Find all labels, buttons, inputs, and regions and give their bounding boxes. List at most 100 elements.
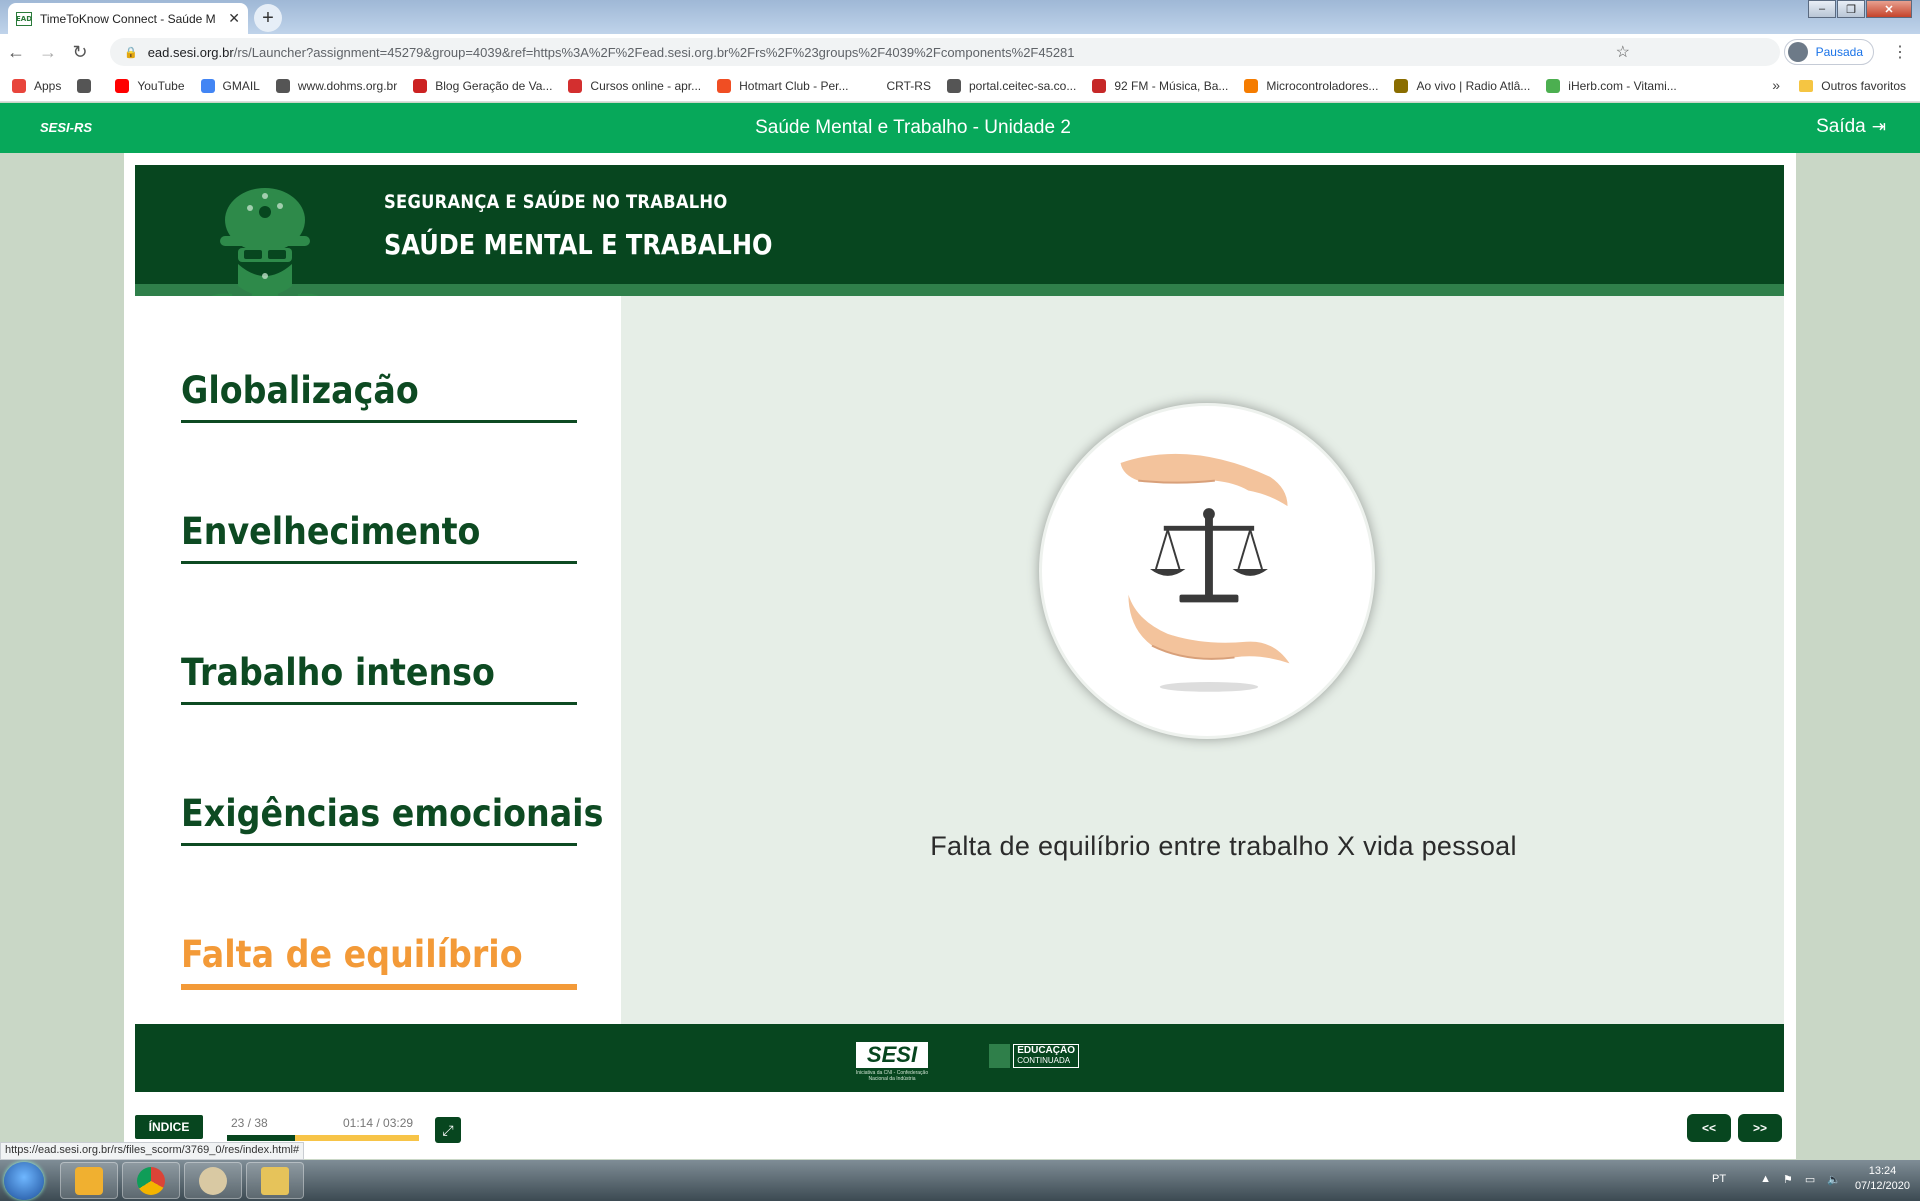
blank-icon — [864, 78, 879, 93]
status-url-tooltip: https://ead.sesi.org.br/rs/files_scorm/3… — [0, 1142, 305, 1160]
google-icon — [200, 78, 215, 93]
bookmark-item[interactable]: Ao vivo | Radio Atlâ... — [1394, 78, 1531, 93]
bookmark-item[interactable]: Blog Geração de Va... — [413, 78, 553, 93]
clock[interactable]: 13:24 07/12/2020 — [1855, 1164, 1910, 1194]
browser-tab[interactable]: EAD TimeToKnow Connect - Saúde M ✕ — [8, 3, 248, 34]
reload-icon[interactable]: ↻ — [64, 42, 96, 63]
topic-item-exigencias-emocionais[interactable]: Exigências emocionais — [181, 792, 603, 846]
bookmark-item[interactable] — [77, 78, 99, 93]
browser-tab-strip: EAD TimeToKnow Connect - Saúde M ✕ + – ❐… — [0, 0, 1920, 34]
topic-item-falta-de-equilibrio[interactable]: Falta de equilíbrio — [181, 933, 577, 990]
bookmark-item[interactable]: Cursos online - apr... — [568, 78, 701, 93]
edu-line-1: EDUCAÇÃO — [1017, 1045, 1075, 1056]
time-counter: 01:14 / 03:29 — [343, 1116, 414, 1130]
url-input[interactable]: 🔒 ead.sesi.org.br/rs/Launcher?assignment… — [110, 38, 1780, 66]
restore-icon[interactable]: ❐ — [1837, 0, 1865, 18]
taskbar-paint[interactable] — [184, 1162, 242, 1199]
blog-icon — [413, 78, 428, 93]
bookmark-label: Ao vivo | Radio Atlâ... — [1416, 78, 1531, 93]
bookmark-star-icon[interactable]: ☆ — [1616, 42, 1630, 62]
unit-title: Saúde Mental e Trabalho - Unidade 2 — [755, 117, 1071, 138]
topic-item-trabalho-intenso[interactable]: Trabalho intenso — [181, 651, 577, 705]
sesi-logo: SESI Iniciativa da CNI - Confederação Na… — [847, 1042, 937, 1086]
taskbar-chrome[interactable] — [122, 1162, 180, 1199]
bookmark-item[interactable]: iHerb.com - Vitami... — [1546, 78, 1677, 93]
app-header: SESI-RS Saúde Mental e Trabalho - Unidad… — [0, 103, 1920, 153]
leaf-icon — [1546, 78, 1561, 93]
flag-icon[interactable]: ⚑ — [1783, 1173, 1793, 1186]
bookmark-item[interactable]: portal.ceitec-sa.co... — [946, 78, 1077, 93]
illustration-circle — [1039, 403, 1375, 739]
globe-icon — [275, 78, 290, 93]
topic-label: Globalização — [181, 369, 419, 412]
tray-arrow-icon[interactable]: ▲ — [1760, 1173, 1771, 1185]
apps-grid-icon — [12, 78, 26, 93]
window-close-icon[interactable]: ✕ — [1866, 0, 1912, 18]
course-subtitle: SEGURANÇA E SAÚDE NO TRABALHO — [384, 191, 728, 213]
educacao-continuada-logo: EDUCAÇÃO CONTINUADA — [989, 1042, 1079, 1070]
next-button[interactable]: >> — [1738, 1114, 1782, 1142]
radio-icon — [1394, 78, 1409, 93]
other-bookmarks-folder[interactable]: Outros favoritos — [1799, 70, 1906, 102]
clock-time: 13:24 — [1868, 1165, 1897, 1177]
bookmark-label: Blog Geração de Va... — [435, 78, 553, 93]
bookmark-item[interactable]: Hotmart Club - Per... — [717, 78, 849, 93]
bookmark-item[interactable]: 92 FM - Música, Ba... — [1092, 78, 1229, 93]
topic-item-envelhecimento[interactable]: Envelhecimento — [181, 510, 577, 564]
previous-button[interactable]: << — [1687, 1114, 1731, 1142]
bookmark-item[interactable]: www.dohms.org.br — [275, 78, 397, 93]
player-controls: ÍNDICE 23 / 38 01:14 / 03:29 ⤢ << >> — [124, 1092, 1796, 1159]
avatar — [1787, 42, 1808, 62]
volume-icon[interactable]: 🔈 — [1827, 1173, 1841, 1186]
bookmark-item[interactable]: YouTube — [115, 78, 185, 93]
page-counter: 23 / 38 — [231, 1116, 268, 1130]
topics-menu: Globalização Envelhecimento Trabalho int… — [135, 296, 621, 1024]
sesi-tagline-2: Nacional da Indústria — [868, 1076, 916, 1082]
network-icon[interactable]: ▭ — [1805, 1173, 1815, 1186]
bookmark-item[interactable]: Apps — [12, 78, 61, 93]
kebab-menu-icon[interactable]: ⋮ — [1892, 42, 1908, 62]
taskbar-explorer[interactable] — [246, 1162, 304, 1199]
topic-item-globalizacao[interactable]: Globalização — [181, 369, 577, 423]
progress-track[interactable] — [227, 1135, 419, 1141]
progress-fill — [227, 1135, 295, 1141]
profile-button[interactable]: Pausada — [1783, 39, 1874, 65]
tab-close-icon[interactable]: ✕ — [228, 10, 240, 27]
new-tab-icon[interactable]: + — [254, 4, 282, 32]
lock-icon: 🔒 — [124, 46, 138, 59]
bookmark-label: CRT-RS — [886, 78, 931, 93]
system-tray: PT ▲ ⚑ ▭ 🔈 13:24 07/12/2020 — [1712, 1164, 1910, 1194]
topic-label: Trabalho intenso — [181, 651, 495, 694]
minimize-icon[interactable]: – — [1808, 0, 1836, 18]
content-panel: Falta de equilíbrio entre trabalho X vid… — [621, 296, 1784, 1024]
back-arrow-icon[interactable]: ← — [0, 42, 32, 63]
banner-divider — [135, 284, 1784, 296]
index-button[interactable]: ÍNDICE — [135, 1115, 203, 1139]
cursos-icon — [568, 78, 583, 93]
clock-date: 07/12/2020 — [1854, 1180, 1910, 1192]
youtube-icon — [115, 78, 130, 93]
url-host: ead.sesi.org.br — [147, 44, 234, 60]
bookmark-label: portal.ceitec-sa.co... — [968, 78, 1077, 93]
exit-label: Saída — [1816, 116, 1866, 137]
folder-icon — [1799, 80, 1814, 92]
taskbar-outlook[interactable] — [60, 1162, 118, 1199]
start-button-icon[interactable] — [4, 1162, 44, 1200]
windows-taskbar: PT ▲ ⚑ ▭ 🔈 13:24 07/12/2020 — [0, 1160, 1920, 1201]
bookmark-label: 92 FM - Música, Ba... — [1114, 78, 1229, 93]
fullscreen-icon[interactable]: ⤢ — [435, 1117, 461, 1143]
bookmark-label: GMAIL — [222, 78, 260, 93]
bookmarks-overflow-icon[interactable]: » — [1772, 77, 1780, 93]
bookmark-item[interactable]: CRT-RS — [864, 78, 931, 93]
bookmark-item[interactable]: Microcontroladores... — [1244, 78, 1378, 93]
exit-button[interactable]: Saída ⇥ — [1816, 116, 1886, 138]
bookmarks-bar: Apps YouTube GMAIL www.dohms.org.br Blog Ger… — [0, 70, 1920, 102]
topic-label: Exigências emocionais — [181, 792, 604, 835]
bookmark-label: Hotmart Club - Per... — [739, 78, 849, 93]
bookmark-item[interactable]: GMAIL — [200, 78, 260, 93]
language-indicator[interactable]: PT — [1712, 1173, 1726, 1185]
hotmart-icon — [717, 78, 732, 93]
address-bar-row: ← → ↻ 🔒 ead.sesi.org.br/rs/Launcher?assi… — [0, 34, 1920, 70]
book-icon — [989, 1044, 1011, 1068]
forward-arrow-icon[interactable]: → — [32, 42, 64, 63]
